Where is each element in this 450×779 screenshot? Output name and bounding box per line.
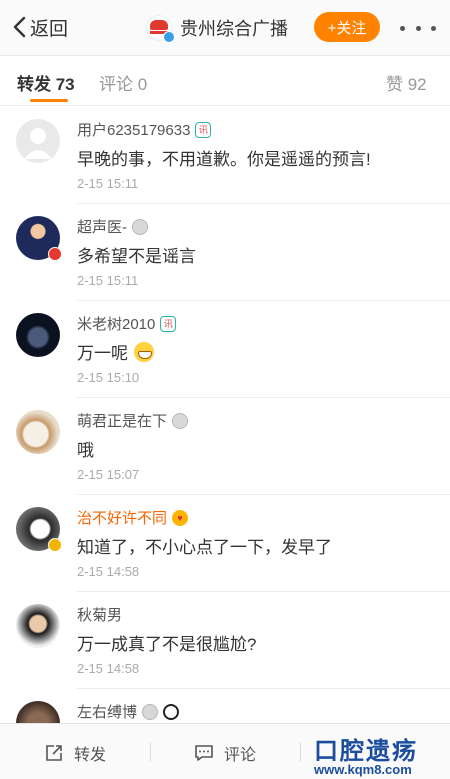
medal-badge-icon — [132, 218, 148, 235]
comment-label: 评论 — [224, 747, 257, 764]
watermark-logo: 口腔遗疡 www.kqm8.com — [314, 731, 450, 777]
follow-button[interactable]: +关注 — [314, 12, 380, 42]
more-options-icon[interactable] — [400, 18, 436, 38]
avatar[interactable] — [16, 119, 60, 163]
shield-badge-icon: 讯 — [195, 121, 212, 138]
back-label: 返回 — [30, 18, 69, 40]
tab-bar: 转发 73 评论 0 赞 92 — [0, 56, 450, 106]
watermark-url: www.kqm8.com — [314, 762, 412, 777]
username[interactable]: 秋菊男 — [77, 604, 122, 625]
repost-list: 用户6235179633 讯 早晚的事，不用道歉。你是遥遥的预言! 2-15 1… — [0, 107, 450, 723]
panda-badge-icon — [163, 703, 180, 720]
username[interactable]: 左右缚博 — [77, 701, 180, 722]
list-item[interactable]: 超声医- 多希望不是谣言 2-15 15:11 — [0, 204, 450, 301]
medal-badge-icon — [172, 412, 189, 429]
comment-button[interactable]: 评论 — [194, 741, 256, 765]
shield-badge-icon: 讯 — [160, 315, 177, 332]
comment-icon — [195, 745, 213, 761]
back-button[interactable]: 返回 — [12, 13, 68, 41]
list-item[interactable]: 用户6235179633 讯 早晚的事，不用道歉。你是遥遥的预言! 2-15 1… — [0, 107, 450, 204]
repost-text: 多希望不是谣言 — [77, 247, 196, 266]
list-item[interactable]: 米老树2010 讯 万一呢 2-15 15:10 — [0, 301, 450, 398]
list-item[interactable]: 萌君正是在下 哦 2-15 15:07 — [0, 398, 450, 495]
list-item[interactable]: 秋菊男 万一成真了不是很尴尬? 2-15 14:58 — [0, 592, 450, 689]
timestamp: 2-15 14:58 — [77, 564, 140, 579]
timestamp: 2-15 15:07 — [77, 467, 140, 482]
repost-text: 知道了，不小心点了一下，发早了 — [77, 538, 332, 557]
list-item[interactable]: 治不好许不同 ♥ 知道了，不小心点了一下，发早了 2-15 14:58 — [0, 495, 450, 592]
divider — [300, 742, 301, 762]
username[interactable]: 萌君正是在下 — [77, 410, 189, 431]
vip-badge-icon — [48, 538, 62, 552]
medal-badge-icon — [142, 703, 159, 720]
repost-text: 早晚的事，不用道歉。你是遥遥的预言! — [77, 150, 371, 169]
watermark-text: 口腔遗疡 — [314, 736, 418, 765]
username[interactable]: 米老树2010 讯 — [77, 313, 177, 334]
username[interactable]: 用户6235179633 讯 — [77, 119, 212, 140]
repost-text: 万一呢 — [77, 339, 154, 364]
timestamp: 2-15 14:58 — [77, 661, 140, 676]
tab-repost[interactable]: 转发 73 — [17, 70, 75, 95]
account-logo — [146, 15, 175, 43]
avatar[interactable] — [16, 410, 60, 454]
timestamp: 2-15 15:11 — [77, 176, 139, 191]
top-nav-bar: 返回 贵州综合广播 +关注 — [0, 0, 450, 56]
username[interactable]: 超声医- — [77, 216, 148, 237]
avatar[interactable] — [16, 313, 60, 357]
verified-icon — [163, 31, 175, 43]
chevron-left-icon — [13, 16, 26, 38]
account-header[interactable]: 贵州综合广播 — [146, 13, 288, 43]
repost-text: 万一成真了不是很尴尬? — [77, 635, 257, 654]
heart-eyes-badge-icon: ♥ — [172, 509, 189, 526]
avatar[interactable] — [16, 604, 60, 648]
repost-button[interactable]: 转发 — [44, 741, 106, 765]
avatar[interactable] — [16, 701, 60, 723]
tab-comment[interactable]: 评论 0 — [99, 70, 147, 95]
list-item[interactable]: 左右缚博 — [0, 689, 450, 723]
active-tab-indicator — [30, 99, 68, 102]
timestamp: 2-15 15:10 — [77, 370, 140, 385]
timestamp: 2-15 15:11 — [77, 273, 139, 288]
repost-text: 哦 — [77, 441, 94, 460]
member-badge-icon — [48, 247, 62, 261]
tab-like[interactable]: 赞 92 — [386, 70, 427, 95]
username[interactable]: 治不好许不同 ♥ — [77, 507, 189, 528]
repost-label: 转发 — [74, 747, 107, 764]
divider — [150, 742, 151, 762]
grin-emoji-icon — [134, 341, 154, 362]
account-name: 贵州综合广播 — [180, 19, 288, 39]
share-icon — [46, 745, 62, 761]
